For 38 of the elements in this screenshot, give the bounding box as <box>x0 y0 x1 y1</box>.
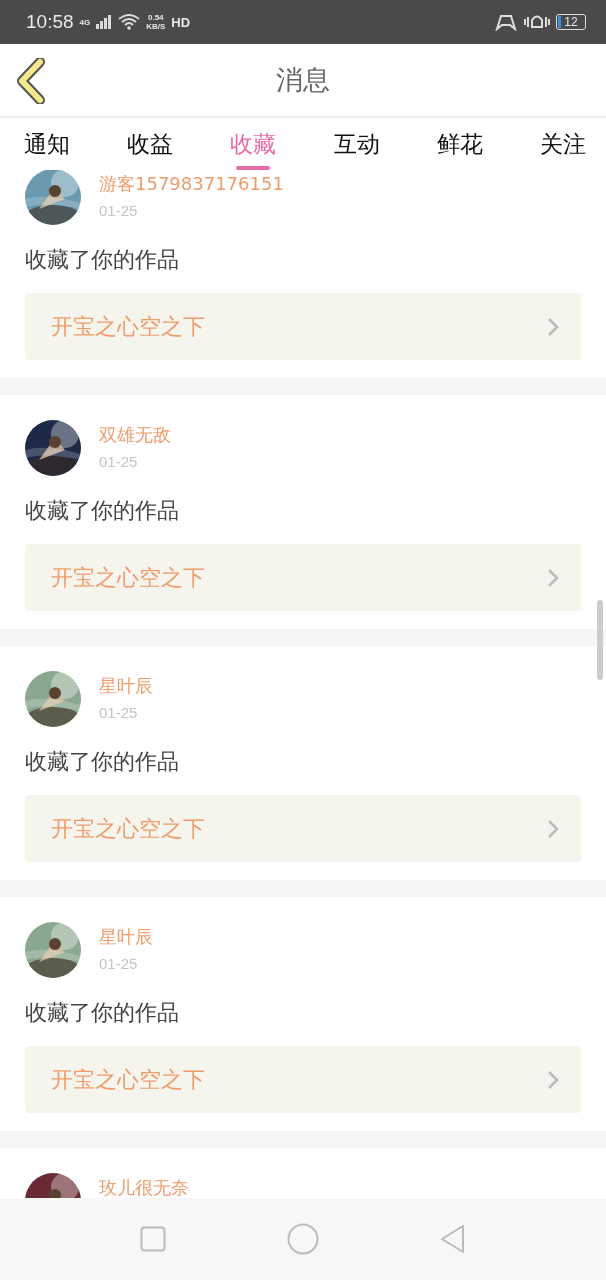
tab[interactable]: 收藏 <box>230 118 277 170</box>
user-name[interactable]: 双雄无敌 <box>99 423 171 447</box>
user-name[interactable]: 星叶辰 <box>99 925 153 949</box>
clock-time: 10:58 <box>26 11 74 33</box>
user-name[interactable]: 玫儿很无奈 <box>99 1176 189 1198</box>
message-text: 收藏了你的作品 <box>25 497 180 525</box>
recent-apps-button[interactable] <box>140 1226 167 1252</box>
page-title: 消息 <box>276 63 330 97</box>
signal-icon <box>96 15 113 29</box>
back-nav-button[interactable] <box>439 1224 466 1254</box>
work-link[interactable]: 开宝之心空之下 <box>25 544 581 611</box>
user-name[interactable]: 游客1579837176151 <box>99 172 284 196</box>
message-text: 收藏了你的作品 <box>25 748 180 776</box>
network-speed: 0.54 KB/S <box>146 13 166 31</box>
network-type: 4G <box>79 17 91 27</box>
chevron-right-icon <box>547 818 559 839</box>
home-button[interactable] <box>287 1223 319 1255</box>
work-link[interactable]: 开宝之心空之下 <box>25 1046 581 1113</box>
tab[interactable]: 鲜花 <box>436 118 483 170</box>
tab[interactable]: 收益 <box>127 118 174 170</box>
work-link[interactable]: 开宝之心空之下 <box>25 795 581 862</box>
message-date: 01-25 <box>99 955 139 972</box>
user-name[interactable]: 星叶辰 <box>99 674 153 698</box>
message-text: 收藏了你的作品 <box>25 246 180 274</box>
chevron-right-icon <box>547 567 559 588</box>
message-date: 01-25 <box>99 202 139 219</box>
tab[interactable]: 关注 <box>539 118 586 170</box>
message-text: 收藏了你的作品 <box>25 999 180 1027</box>
chevron-right-icon <box>547 1069 559 1090</box>
message-date: 01-25 <box>99 704 139 721</box>
chevron-right-icon <box>547 316 559 337</box>
work-link[interactable]: 开宝之心空之下 <box>25 293 581 360</box>
battery-icon: 12 <box>556 14 586 30</box>
tab[interactable]: 互动 <box>333 118 380 170</box>
wifi-icon <box>118 14 141 30</box>
message-date: 01-25 <box>99 453 139 470</box>
hd-label: HD <box>171 14 191 30</box>
tab[interactable]: 通知 <box>24 118 70 170</box>
